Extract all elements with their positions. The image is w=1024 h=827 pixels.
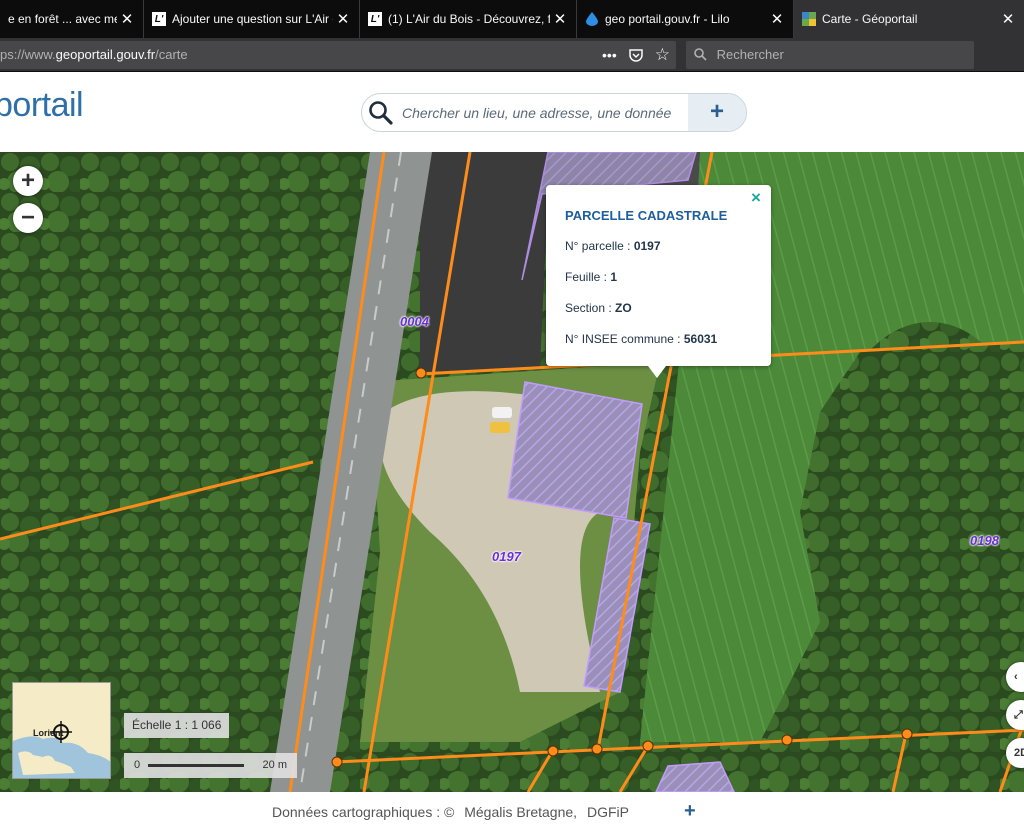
lair-favicon-icon: L' xyxy=(152,12,166,26)
credit-megalis[interactable]: Mégalis Bretagne, xyxy=(464,804,577,820)
scale-min-label: 0 xyxy=(134,759,141,771)
tab-carte-geoportail[interactable]: Carte - Géoportail ✕ xyxy=(794,0,1024,38)
site-search-box[interactable]: Chercher un lieu, une adresse, une donné… xyxy=(361,93,747,132)
lair-favicon-icon: L' xyxy=(368,12,382,26)
overview-map[interactable]: Lorient xyxy=(12,682,111,779)
tab-title: geo portail.gouv.fr - Lilo xyxy=(605,12,730,26)
tab-title: e en forêt ... avec mes xyxy=(8,12,117,26)
credits-label: Données cartographiques : © xyxy=(272,804,455,820)
more-credits-button[interactable]: + xyxy=(684,800,696,823)
popup-row-feuille: Feuille : 1 xyxy=(565,270,618,284)
scale-line xyxy=(148,764,244,767)
zoom-out-button[interactable]: − xyxy=(13,203,43,233)
popup-title: PARCELLE CADASTRALE xyxy=(565,208,728,223)
credit-dgfip[interactable]: DGFiP xyxy=(587,804,629,820)
url-domain: geoportail.gouv.fr xyxy=(55,47,156,62)
tab-title: Ajouter une question sur L'Air d xyxy=(172,12,333,26)
tab-title: (1) L'Air du Bois - Découvrez, fa xyxy=(388,12,550,26)
parcel-label-0004: 0004 xyxy=(400,314,429,329)
popup-row-section: Section : ZO xyxy=(565,301,632,315)
map-footer: Données cartographiques : © Mégalis Bret… xyxy=(0,792,1024,827)
tab-title: Carte - Géoportail xyxy=(822,12,918,26)
tab-lilo[interactable]: geo portail.gouv.fr - Lilo ✕ xyxy=(577,0,794,38)
tab-close-icon[interactable]: ✕ xyxy=(117,10,137,28)
map-view[interactable]: + − 0004 0197 0198 × PARCELLE CADASTRALE… xyxy=(0,152,1024,792)
tab-close-icon[interactable]: ✕ xyxy=(767,10,787,28)
app-window: e en forêt ... avec mes ✕ L' Ajouter une… xyxy=(0,0,1024,827)
parcel-info-popup: × PARCELLE CADASTRALE N° parcelle : 0197… xyxy=(546,185,771,378)
tab-foret[interactable]: e en forêt ... avec mes ✕ xyxy=(0,0,144,38)
popup-close-icon[interactable]: × xyxy=(747,189,765,207)
overview-place-label: Lorient xyxy=(33,728,64,738)
tab-close-icon[interactable]: ✕ xyxy=(998,10,1018,28)
search-placeholder: Rechercher xyxy=(716,47,784,62)
parcel-label-0197: 0197 xyxy=(492,549,521,564)
tab-close-icon[interactable]: ✕ xyxy=(333,10,353,28)
browser-search-bar[interactable]: Rechercher xyxy=(686,41,974,69)
map-icon xyxy=(802,12,816,26)
popup-row-parcelle: N° parcelle : 0197 xyxy=(565,239,661,253)
url-bar[interactable]: ps://www.geoportail.gouv.fr/carte ••• ☆ xyxy=(0,41,676,69)
scale-ratio: Échelle 1 : 1 066 xyxy=(124,713,230,738)
parcel-label-0198: 0198 xyxy=(970,533,999,548)
advanced-search-button[interactable]: + xyxy=(688,94,746,131)
scale-max-label: 20 m xyxy=(262,759,287,771)
drop-icon xyxy=(585,12,599,26)
popup-row-insee: N° INSEE commune : 56031 xyxy=(565,332,718,346)
search-icon[interactable] xyxy=(368,100,394,126)
page-actions-icon[interactable]: ••• xyxy=(602,41,617,71)
tab-close-icon[interactable]: ✕ xyxy=(550,10,570,28)
search-icon xyxy=(694,47,717,62)
tab-lair-du-bois[interactable]: L' (1) L'Air du Bois - Découvrez, fa ✕ xyxy=(360,0,577,38)
site-search-placeholder: Chercher un lieu, une adresse, une donné… xyxy=(402,105,672,121)
bookmark-star-icon[interactable]: ☆ xyxy=(655,41,670,71)
browser-nav-bar: ps://www.geoportail.gouv.fr/carte ••• ☆ … xyxy=(0,38,1024,72)
scale-bar: 0 20 m xyxy=(124,753,297,778)
url-prefix: ps://www. xyxy=(0,47,56,62)
map-credits: Données cartographiques : © Mégalis Bret… xyxy=(272,804,635,820)
aerial-imagery xyxy=(0,152,1024,792)
pocket-icon[interactable] xyxy=(629,41,643,71)
zoom-in-button[interactable]: + xyxy=(13,166,43,196)
url-actions: ••• ☆ xyxy=(602,41,670,71)
browser-tab-bar: e en forêt ... avec mes ✕ L' Ajouter une… xyxy=(0,0,1024,38)
url-path: /carte xyxy=(155,47,188,62)
geoportail-logo[interactable]: portail xyxy=(0,86,84,125)
tab-ajouter-question[interactable]: L' Ajouter une question sur L'Air d ✕ xyxy=(144,0,360,38)
